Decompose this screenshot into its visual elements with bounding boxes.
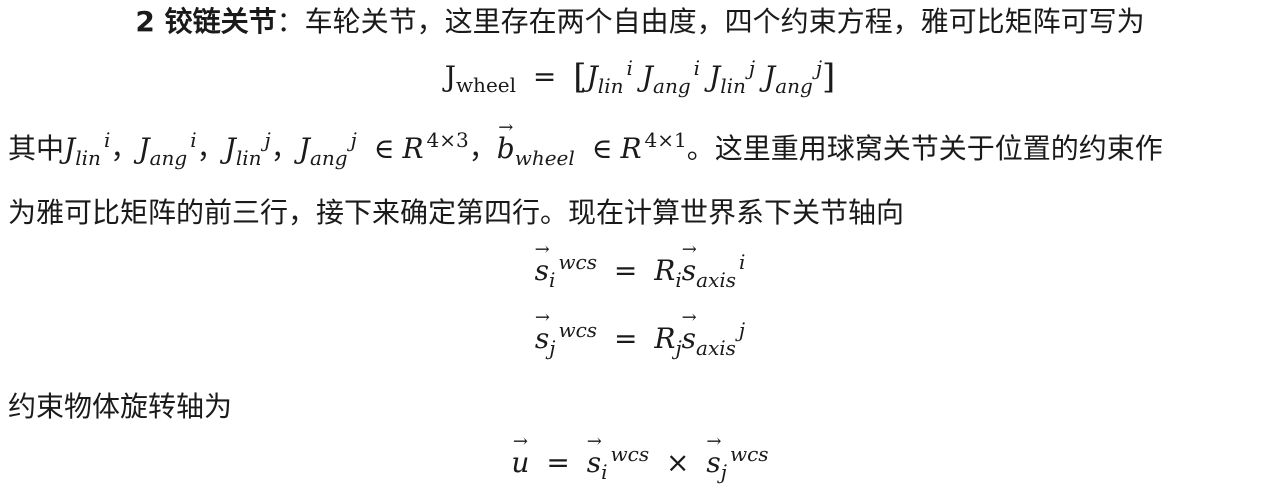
eq-sj-sub: j [549, 336, 556, 360]
equation-s-i: siwcs = Risaxisi [0, 241, 1280, 292]
eq-si-sup: wcs [558, 250, 597, 274]
para1-sep4: ， [468, 132, 497, 165]
para1-in1: ∈ [373, 132, 395, 165]
eq-u-s1-sup: wcs [610, 442, 650, 466]
eq-jwheel-close-bracket: ] [822, 57, 836, 98]
para1-sep3: ， [270, 132, 299, 165]
para1-a: J [64, 132, 76, 165]
eq-si-s: s [535, 241, 550, 285]
eq-jwheel-term2-sup: i [693, 56, 701, 80]
eq-jwheel-term3-sup: j [748, 56, 756, 80]
section-heading-line: 2 铰链关节：车轮关节，这里存在两个自由度，四个约束方程，雅可比矩阵可写为 [0, 8, 1280, 36]
eq-sj-s2: s [682, 309, 697, 353]
eq-jwheel-equals: = [532, 60, 557, 93]
paragraph-rotation-axis: 约束物体旋转轴为 [8, 390, 233, 423]
para1-c: J [224, 132, 236, 165]
equation-jacobian-wheel: Jwheel = [Jlini Jangi Jlinj Jangj] [0, 58, 1280, 96]
para1-R2-sup: 4×1 [644, 128, 687, 152]
para1-b-sub: ang [149, 146, 188, 170]
eq-si-sub: i [548, 268, 556, 292]
eq-jwheel-open-bracket: [ [573, 57, 587, 98]
para1-R1: R [402, 132, 424, 165]
para1-c-sub: lin [235, 146, 262, 170]
para1-in2: ∈ [591, 132, 613, 165]
eq-jwheel-term3-sub: lin [720, 74, 746, 98]
eq-si-s2: s [682, 241, 697, 285]
eq-u-s1-sub: i [601, 460, 608, 484]
para1-b: J [138, 132, 150, 165]
eq-u-s2: s [706, 433, 721, 477]
equation-s-j: sjwcs = Rjsaxisj [0, 309, 1280, 360]
eq-jwheel-term1: J [586, 60, 598, 93]
eq-sj-equals: = [613, 322, 638, 355]
section-heading: 2 铰链关节 [135, 5, 277, 38]
para1-suffix: 。这里重用球窝关节关于位置的约束作 [686, 132, 1163, 165]
para1-d-sub: ang [310, 146, 348, 170]
eq-jwheel-term2: J [641, 60, 654, 93]
eq-u-times: × [666, 446, 690, 479]
para1-vec-b-sub: wheel [514, 146, 575, 170]
para1-a-sub: lin [75, 146, 101, 170]
eq-jwheel-term2-sub: ang [653, 74, 691, 98]
para1-d-sup: j [350, 128, 357, 152]
equation-u: u = siwcs × sjwcs [0, 433, 1280, 484]
eq-u-u: u [511, 433, 529, 477]
paragraph-next-step: 为雅可比矩阵的前三行，接下来确定第四行。现在计算世界系下关节轴向 [8, 196, 905, 229]
eq-sj-s: s [535, 309, 550, 353]
eq-jwheel-term4: J [763, 60, 776, 93]
eq-sj-sup: wcs [558, 318, 598, 342]
para1-vec-b: b [497, 119, 515, 163]
eq-sj-s2-sup: j [738, 318, 746, 342]
para1-sep1: ， [110, 132, 139, 165]
eq-u-s2-sub: j [720, 460, 727, 484]
eq-si-equals: = [613, 254, 638, 287]
eq-u-equals: = [546, 446, 570, 479]
eq-u-s1: s [587, 433, 602, 477]
para1-R2: R [620, 132, 642, 165]
eq-u-s2-sup: wcs [729, 442, 769, 466]
eq-sj-s2-sub: axis [696, 336, 736, 360]
heading-description: ：车轮关节，这里存在两个自由度，四个约束方程，雅可比矩阵可写为 [276, 5, 1145, 38]
paragraph-definitions: 其中Jlini，Jangi，Jlinj，Jangj ∈R4×3，bwheel ∈… [0, 119, 1280, 170]
eq-jwheel-term1-sub: lin [597, 74, 624, 98]
eq-jwheel-term4-sub: ang [775, 74, 813, 98]
eq-sj-R: R [654, 322, 676, 355]
eq-si-s2-sub: axis [696, 268, 736, 292]
eq-jwheel-term1-sup: i [626, 56, 633, 80]
para1-d: J [298, 132, 310, 165]
para1-sep2: ， [196, 132, 225, 165]
para1-R1-sup: 4×3 [426, 128, 469, 152]
eq-si-R: R [654, 254, 676, 287]
eq-jwheel-lhs: J [444, 60, 456, 93]
document-page: 2 铰链关节：车轮关节，这里存在两个自由度，四个约束方程，雅可比矩阵可写为 Jw… [0, 0, 1280, 489]
eq-jwheel-lhs-sub: wheel [455, 73, 517, 97]
eq-si-s2-sup: i [739, 250, 746, 274]
eq-jwheel-term3: J [708, 60, 721, 93]
para1-prefix: 其中 [8, 132, 65, 165]
